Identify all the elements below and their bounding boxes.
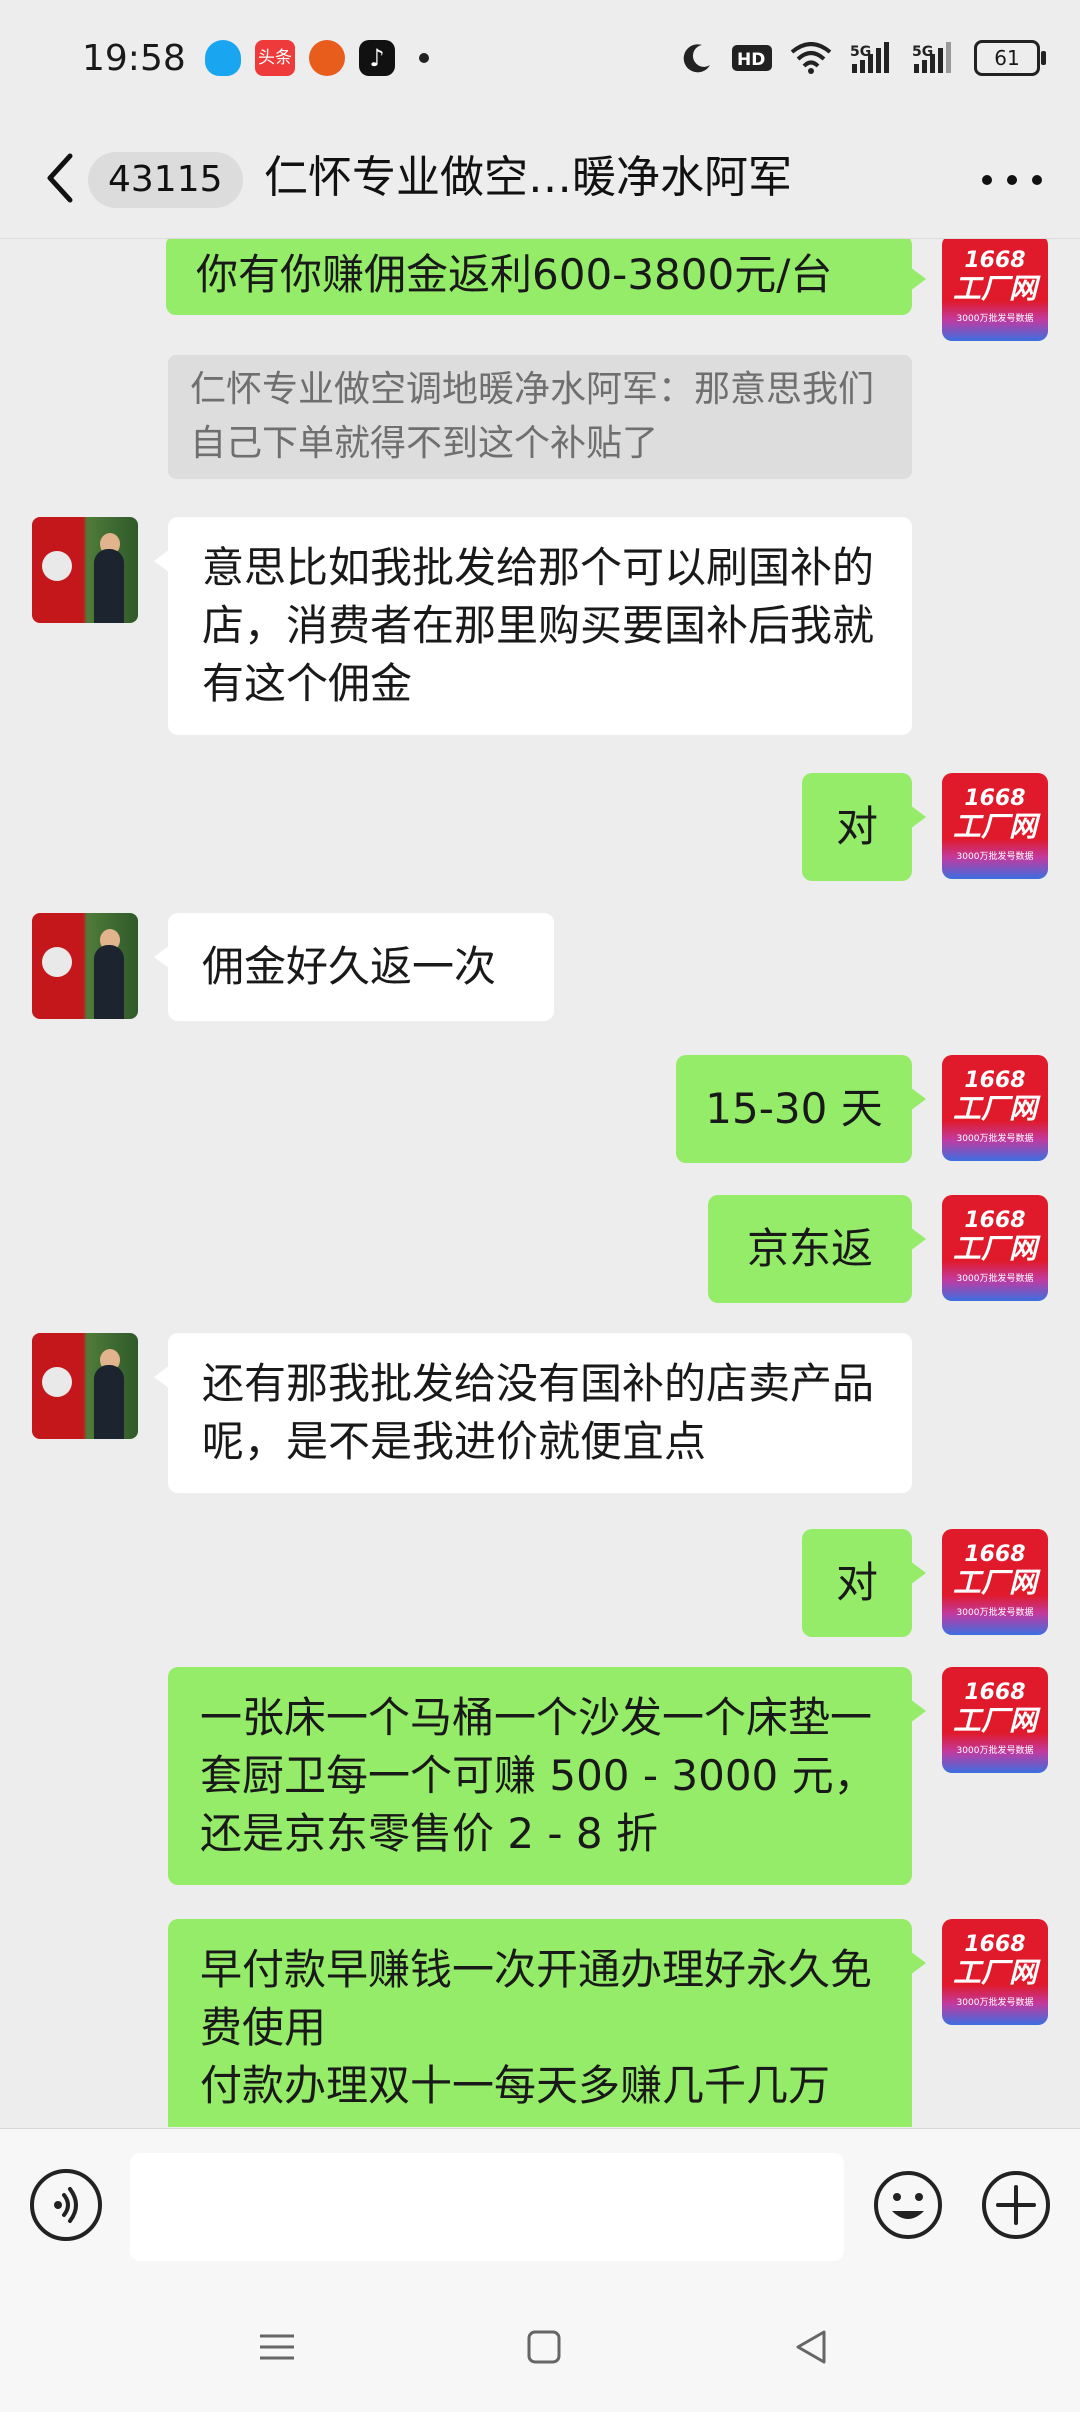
back-icon[interactable]: [40, 148, 80, 208]
toutiao-icon: 头条: [255, 40, 295, 76]
my-avatar[interactable]: 1668 工厂网 3000万批发号数据: [942, 1919, 1048, 2025]
my-avatar[interactable]: 1668 工厂网 3000万批发号数据: [942, 773, 1048, 879]
system-navigation-bar: [0, 2282, 1080, 2412]
home-icon[interactable]: [519, 2322, 569, 2372]
battery-icon: 61: [974, 40, 1046, 76]
qq-icon: [205, 40, 241, 76]
svg-text:HD: HD: [737, 50, 765, 70]
plus-icon[interactable]: [980, 2169, 1052, 2241]
emoji-icon[interactable]: [872, 2169, 944, 2241]
chat-header: 43115 仁怀专业做空…暖净水阿军: [0, 120, 1080, 239]
quoted-message[interactable]: 仁怀专业做空调地暖净水阿军：那意思我们自己下单就得不到这个补贴了: [168, 355, 912, 479]
message-bubble-sent[interactable]: 你有你赚佣金返利600-3800元/台: [166, 239, 926, 315]
chat-input-bar: [0, 2128, 1080, 2283]
contact-avatar[interactable]: [32, 517, 138, 623]
signal-5g-icon-1: 5G: [850, 42, 889, 73]
wifi-icon: [790, 42, 832, 74]
message-bubble-received[interactable]: 还有那我批发给没有国补的店卖产品呢，是不是我进价就便宜点: [154, 1333, 912, 1493]
status-time: 19:58: [82, 38, 186, 79]
more-notifications-dot-icon: [419, 53, 429, 63]
message-bubble-sent[interactable]: 一张床一个马桶一个沙发一个床垫一套厨卫每一个可赚 500 - 3000 元，还是…: [168, 1667, 926, 1885]
my-avatar[interactable]: 1668 工厂网 3000万批发号数据: [942, 1055, 1048, 1161]
voice-input-button[interactable]: [30, 2169, 102, 2241]
voice-icon: [54, 2187, 78, 2223]
more-options-icon[interactable]: [982, 170, 1042, 190]
contact-avatar[interactable]: [32, 913, 138, 1019]
unread-count-badge[interactable]: 43115: [88, 152, 243, 208]
taobao-icon: [309, 40, 345, 76]
signal-5g-icon-2: 5G: [912, 42, 951, 73]
my-avatar[interactable]: 1668 工厂网 3000万批发号数据: [942, 1195, 1048, 1301]
moon-icon: [683, 44, 710, 73]
my-avatar[interactable]: 1668 工厂网 3000万批发号数据: [942, 239, 1048, 341]
message-bubble-received[interactable]: 佣金好久返一次: [154, 913, 554, 1021]
message-bubble-sent[interactable]: 对: [802, 1529, 926, 1637]
message-bubble-received[interactable]: 意思比如我批发给那个可以刷国补的店，消费者在那里购买要国补后我就有这个佣金: [154, 517, 912, 735]
douyin-icon: ♪: [359, 40, 395, 76]
message-bubble-sent[interactable]: 15-30 天: [676, 1055, 926, 1163]
message-list[interactable]: 你有你赚佣金返利600-3800元/台 1668 工厂网 3000万批发号数据 仁怀…: [0, 239, 1080, 2127]
contact-avatar[interactable]: [32, 1333, 138, 1439]
menu-icon[interactable]: [252, 2322, 302, 2372]
hd-icon: HD: [732, 45, 772, 71]
system-icons: HD 5G 5G 61: [680, 40, 1046, 76]
status-bar: 19:58 头条 ♪ HD 5G 5G 61: [0, 0, 1080, 120]
my-avatar[interactable]: 1668 工厂网 3000万批发号数据: [942, 1667, 1048, 1773]
message-bubble-sent[interactable]: 早付款早赚钱一次开通办理好永久免费使用 付款办理双十一每天多赚几千几万: [168, 1919, 926, 2127]
chat-title: 仁怀专业做空…暖净水阿军: [264, 152, 792, 203]
message-bubble-sent[interactable]: 对: [802, 773, 926, 881]
my-avatar[interactable]: 1668 工厂网 3000万批发号数据: [942, 1529, 1048, 1635]
back-nav-icon[interactable]: [786, 2322, 836, 2372]
notification-icons: 头条 ♪: [205, 40, 429, 76]
message-input[interactable]: [130, 2153, 844, 2261]
message-bubble-sent[interactable]: 京东返: [708, 1195, 926, 1303]
